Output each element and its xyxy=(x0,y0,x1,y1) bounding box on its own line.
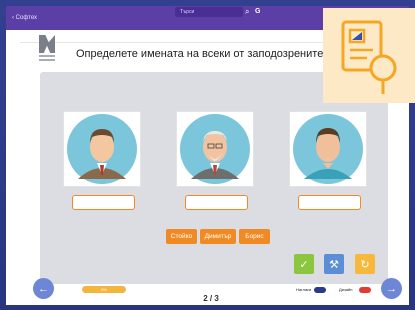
question-text: Определете имената на всеки от заподозре… xyxy=(76,48,327,60)
name-chip-bank: Стойко Димитър Борис xyxy=(166,229,270,244)
document-search-icon xyxy=(341,20,397,94)
name-field-3[interactable] xyxy=(298,195,361,210)
refresh-icon[interactable]: G xyxy=(255,7,263,17)
toggle-right-knob xyxy=(359,287,371,293)
progress-fill: 0% xyxy=(82,286,126,293)
suspect-portrait-1 xyxy=(67,114,137,184)
name-field-1[interactable] xyxy=(72,195,135,210)
toggle-left-label: Нагласи xyxy=(296,287,312,292)
suspect-portrait-2 xyxy=(180,114,250,184)
checkmark-icon: ✓ xyxy=(299,258,309,271)
name-chip-1[interactable]: Стойко xyxy=(166,229,197,244)
page-indicator: 2 / 3 xyxy=(203,294,219,303)
arrow-left-icon: ← xyxy=(38,282,49,295)
arrow-right-icon: → xyxy=(386,282,397,295)
refresh-icon: ↻ xyxy=(360,258,370,271)
suspect-card-1 xyxy=(63,111,141,187)
name-field-2[interactable] xyxy=(185,195,248,210)
toggle-right-label: Дизайн xyxy=(339,287,353,292)
prev-page-button[interactable]: ← xyxy=(33,278,54,299)
toggle-left[interactable]: Нагласи xyxy=(292,286,332,294)
toggle-left-knob xyxy=(314,287,326,293)
search-icon[interactable]: ⌕ xyxy=(245,7,253,17)
next-page-button[interactable]: → xyxy=(381,278,402,299)
name-chip-2[interactable]: Димитър xyxy=(200,229,236,244)
toggle-right[interactable]: Дизайн xyxy=(335,286,377,294)
check-button[interactable]: ✓ xyxy=(294,254,314,274)
progress-bar: 0% xyxy=(82,286,126,293)
suspect-portrait-3 xyxy=(293,114,363,184)
publisher-logo xyxy=(37,35,57,65)
name-chip-3[interactable]: Борис xyxy=(239,229,270,244)
wrench-icon: ⚒ xyxy=(329,258,339,271)
tools-button[interactable]: ⚒ xyxy=(324,254,344,274)
retry-button[interactable]: ↻ xyxy=(355,254,375,274)
document-search-badge xyxy=(323,8,415,103)
suspect-card-2 xyxy=(176,111,254,187)
suspect-card-3 xyxy=(289,111,367,187)
app-title[interactable]: ‹ Софтех xyxy=(12,15,37,21)
search-input[interactable]: Търси xyxy=(175,7,243,17)
